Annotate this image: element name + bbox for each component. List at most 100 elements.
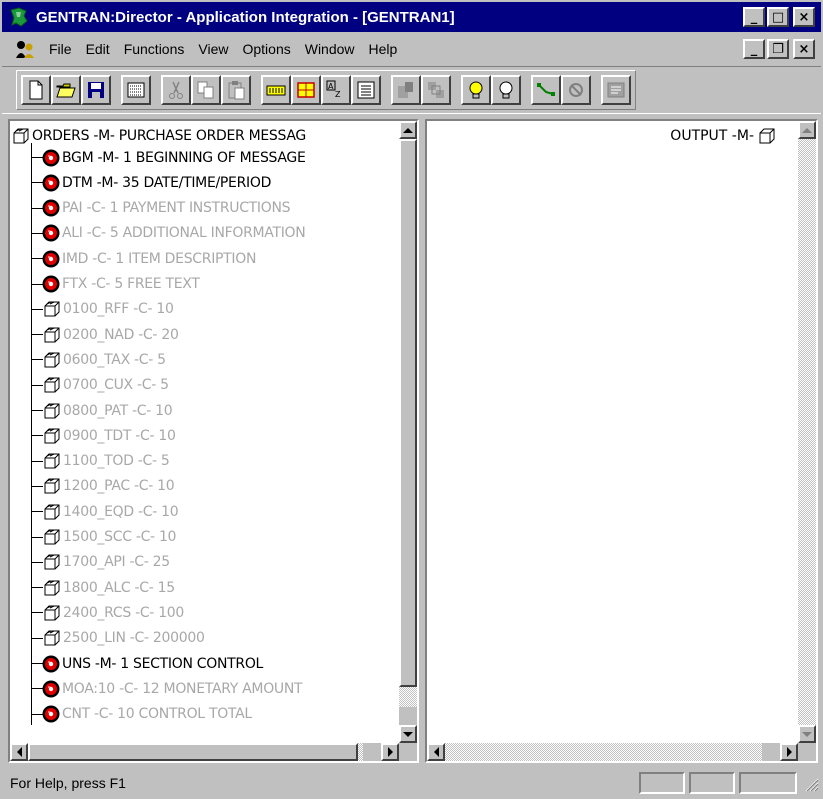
tree-item-label: IMD -C- 1 ITEM DESCRIPTION (62, 250, 257, 267)
scroll-track[interactable] (798, 139, 816, 725)
save-button[interactable] (81, 75, 111, 105)
target-tree-root[interactable]: OUTPUT -M- (670, 127, 778, 145)
tree-connector (31, 435, 43, 437)
segment-icon (42, 250, 60, 268)
child-restore-button[interactable]: ❐ (767, 39, 789, 59)
minimize-icon: _ (750, 9, 758, 25)
activate-button[interactable] (461, 75, 491, 105)
new-icon (29, 80, 43, 100)
segment-icon (42, 655, 60, 672)
cut-icon (169, 81, 183, 99)
scroll-left-button[interactable] (427, 743, 445, 761)
scroll-down-button[interactable] (798, 725, 816, 743)
source-tree-pane[interactable]: ORDERS -M- PURCHASE ORDER MESSAG BGM -M-… (8, 119, 419, 763)
tree-item-label: 1500_SCC -C- 10 (63, 529, 177, 545)
scroll-right-button[interactable] (780, 743, 798, 761)
tree-segment-item[interactable]: DTM -M- 35 DATE/TIME/PERIOD (10, 170, 271, 195)
menu-options[interactable]: Options (235, 41, 297, 57)
cut-button[interactable] (161, 75, 191, 105)
scroll-down-button[interactable] (399, 725, 417, 743)
child-close-button[interactable]: × (793, 39, 815, 59)
tree-group-item[interactable]: 2500_LIN -C- 200000 (10, 626, 205, 651)
resize-grip-icon[interactable] (801, 774, 819, 792)
copy-button[interactable] (191, 75, 221, 105)
new-button[interactable] (21, 75, 51, 105)
tree-item-label: PAI -C- 1 PAYMENT INSTRUCTIONS (62, 200, 291, 217)
compile-button[interactable] (601, 75, 631, 105)
left-vertical-scrollbar[interactable] (399, 121, 417, 743)
link-button[interactable] (531, 75, 561, 105)
tree-group-item[interactable]: 1200_PAC -C- 10 (10, 474, 175, 499)
menu-help[interactable]: Help (362, 41, 405, 57)
target-root-label: OUTPUT -M- (670, 128, 754, 144)
menu-file[interactable]: File (42, 41, 79, 57)
right-horizontal-scrollbar[interactable] (427, 743, 798, 761)
tree-group-item[interactable]: 1400_EQD -C- 10 (10, 499, 179, 524)
minimize-button[interactable]: _ (743, 7, 765, 27)
tree-group-item[interactable]: 1700_API -C- 25 (10, 550, 170, 575)
tree-segment-item[interactable]: ALI -C- 5 ADDITIONAL INFORMATION (10, 221, 306, 246)
scroll-thumb[interactable] (399, 139, 417, 687)
scroll-track[interactable] (445, 743, 762, 761)
group-icon (44, 554, 60, 570)
tree-segment-item[interactable]: PAI -C- 1 PAYMENT INSTRUCTIONS (10, 196, 291, 221)
tree-item-label: 0800_PAT -C- 10 (63, 402, 173, 419)
tree-group-item[interactable]: 0200_NAD -C- 20 (10, 322, 179, 347)
list-button[interactable] (351, 75, 381, 105)
tree-segment-item[interactable]: IMD -C- 1 ITEM DESCRIPTION (10, 246, 256, 271)
tree-group-item[interactable]: 1100_TOD -C- 5 (10, 449, 170, 474)
tree-segment-item[interactable]: BGM -M- 1 BEGINNING OF MESSAGE (10, 145, 306, 170)
tree-group-item[interactable]: 1500_SCC -C- 10 (10, 525, 176, 550)
target-tree[interactable]: OUTPUT -M- (427, 121, 798, 743)
menu-edit[interactable]: Edit (79, 41, 117, 57)
scroll-right-button[interactable] (381, 743, 399, 761)
tree-item-label: 0700_CUX -C- 5 (63, 377, 169, 394)
scroll-up-button[interactable] (399, 121, 417, 139)
tree-group-item[interactable]: 0800_PAT -C- 10 (10, 398, 173, 423)
scroll-up-button[interactable] (798, 121, 816, 139)
open-button[interactable] (51, 75, 81, 105)
left-horizontal-scrollbar[interactable] (10, 743, 399, 761)
tree-group-item[interactable]: 0900_TDT -C- 10 (10, 423, 176, 448)
menu-functions[interactable]: Functions (117, 41, 192, 57)
close-button[interactable]: × (793, 7, 815, 27)
child-window-icon[interactable] (12, 38, 38, 60)
scroll-thumb[interactable] (28, 743, 358, 761)
unlink-icon (569, 83, 583, 97)
tree-group-item[interactable]: 0100_RFF -C- 10 (10, 297, 174, 322)
tree-connector (31, 587, 43, 589)
source-tree[interactable]: ORDERS -M- PURCHASE ORDER MESSAG BGM -M-… (10, 121, 399, 743)
scroll-left-button[interactable] (10, 743, 28, 761)
tree-group-item[interactable]: 1800_ALC -C- 15 (10, 575, 175, 600)
tree-segment-item[interactable]: UNS -M- 1 SECTION CONTROL (10, 651, 263, 676)
deactivate-button[interactable] (491, 75, 521, 105)
status-bar: For Help, press F1 (2, 769, 821, 797)
child-minimize-button[interactable]: _ (743, 39, 765, 59)
insert-record-button[interactable] (261, 75, 291, 105)
paste-button[interactable] (221, 75, 251, 105)
menu-view[interactable]: View (191, 41, 235, 57)
title-bar[interactable]: GENTRAN:Director - Application Integrati… (2, 2, 821, 32)
insert-field-button[interactable] (291, 75, 321, 105)
tree-segment-item[interactable]: CNT -C- 10 CONTROL TOTAL (10, 702, 252, 727)
menu-window[interactable]: Window (298, 41, 362, 57)
copy-icon (197, 81, 214, 99)
sort-button[interactable]: AZ (321, 75, 351, 105)
tree-segment-item[interactable]: FTX -C- 5 FREE TEXT (10, 272, 200, 297)
maximize-button[interactable]: □ (767, 7, 789, 27)
tree-connector (31, 485, 43, 487)
right-vertical-scrollbar[interactable] (798, 121, 816, 743)
properties-button[interactable] (121, 75, 151, 105)
unlink-button[interactable] (561, 75, 591, 105)
demote-button[interactable] (421, 75, 451, 105)
gentran-app-icon[interactable] (8, 6, 30, 28)
target-tree-pane[interactable]: OUTPUT -M- (425, 119, 818, 763)
promote-button[interactable] (391, 75, 421, 105)
tree-connector (31, 359, 43, 361)
tree-group-item[interactable]: 0700_CUX -C- 5 (10, 373, 169, 398)
menu-bar: File Edit Functions View Options Window … (2, 34, 821, 64)
tree-group-item[interactable]: 2400_RCS -C- 100 (10, 600, 184, 625)
tree-segment-item[interactable]: MOA:10 -C- 12 MONETARY AMOUNT (10, 676, 303, 701)
group-icon (13, 128, 29, 143)
tree-group-item[interactable]: 0600_TAX -C- 5 (10, 347, 166, 372)
